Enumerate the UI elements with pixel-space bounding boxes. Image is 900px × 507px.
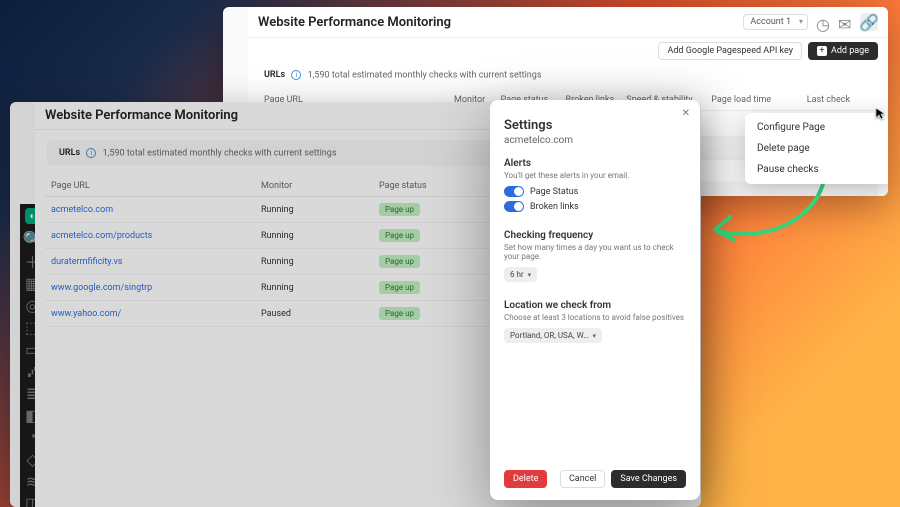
loc-heading: Location we check from xyxy=(504,300,686,311)
toggle-page-status[interactable]: Page Status xyxy=(504,186,686,197)
alerts-heading: Alerts xyxy=(504,158,686,169)
titlebar-back: Website Performance Monitoring Account 1… xyxy=(248,7,888,38)
menu-configure[interactable]: Configure Page xyxy=(745,117,888,138)
cursor-pointer xyxy=(876,105,888,117)
account-select[interactable]: Account 1 xyxy=(743,14,808,30)
toolbar: Add Google Pagespeed API key +Add page xyxy=(248,38,888,64)
pagespeed-button[interactable]: Add Google Pagespeed API key xyxy=(658,42,801,60)
modal-title: Settings xyxy=(504,118,686,133)
close-icon[interactable]: ✕ xyxy=(682,108,690,119)
frequency-select[interactable]: 6 hr xyxy=(504,267,537,282)
page-title: Website Performance Monitoring xyxy=(258,15,451,30)
link-icon[interactable]: 🔗 xyxy=(860,13,878,31)
location-select[interactable]: Portland, OR, USA, W… xyxy=(504,328,602,343)
menu-delete[interactable]: Delete page xyxy=(745,138,888,159)
toggle-broken-links[interactable]: Broken links xyxy=(504,201,686,212)
clock-icon[interactable]: ◷ xyxy=(816,15,830,29)
toggle-switch[interactable] xyxy=(504,186,524,197)
mail-icon[interactable]: ✉ xyxy=(838,15,852,29)
row-context-menu: Configure Page Delete page Pause checks xyxy=(745,113,888,184)
add-page-button[interactable]: +Add page xyxy=(808,42,878,60)
save-button[interactable]: Save Changes xyxy=(611,470,686,488)
cancel-button[interactable]: Cancel xyxy=(560,470,605,488)
settings-modal: ✕ Settings acmetelco.com Alerts You'll g… xyxy=(490,100,700,500)
delete-button[interactable]: Delete xyxy=(504,470,547,488)
info-icon[interactable]: i xyxy=(291,70,301,80)
modal-subtitle: acmetelco.com xyxy=(504,135,686,146)
menu-pause[interactable]: Pause checks xyxy=(745,159,888,180)
url-info: URLs i 1,590 total estimated monthly che… xyxy=(248,64,888,86)
toggle-switch[interactable] xyxy=(504,201,524,212)
freq-heading: Checking frequency xyxy=(504,230,686,241)
